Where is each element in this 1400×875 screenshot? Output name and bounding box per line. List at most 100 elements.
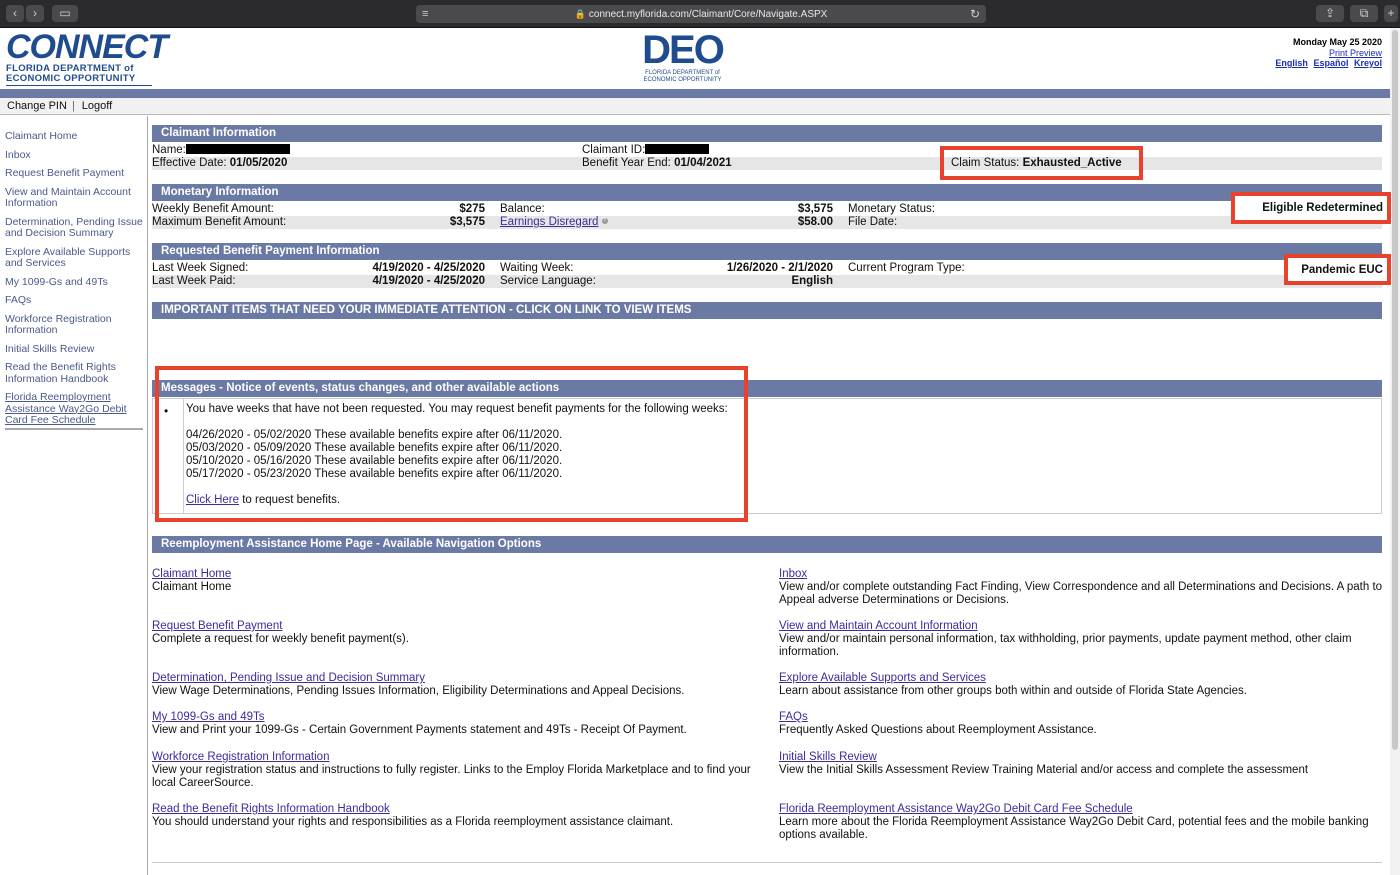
nav-workforce-registration-desc: View your registration status and instru… <box>152 764 751 789</box>
logoff-link[interactable]: Logoff <box>75 100 117 112</box>
program-type-value: Pandemic EUC <box>1301 264 1383 276</box>
sidebar: Claimant Home Inbox Request Benefit Paym… <box>0 116 148 875</box>
balance-amount: $3,575 <box>797 203 833 215</box>
sidebar-item-1099-49ts[interactable]: My 1099-Gs and 49Ts <box>5 276 143 289</box>
max-benefit-value: $3,575 <box>450 216 485 229</box>
last-week-paid-dates: 4/19/2020 - 4/25/2020 <box>372 275 485 287</box>
earnings-disregard-value: $58.00 <box>798 216 833 229</box>
sidebar-item-benefit-rights-handbook[interactable]: Read the Benefit Rights Information Hand… <box>5 361 143 385</box>
nav-explore-supports-link[interactable]: Explore Available Supports and Services <box>779 672 1383 685</box>
max-benefit-amount: $3,575 <box>449 216 485 228</box>
nav-initial-skills-review-link[interactable]: Initial Skills Review <box>779 751 1383 764</box>
url-text: connect.myflorida.com/Claimant/Core/Navi… <box>588 9 828 20</box>
effective-date-label: Effective Date: <box>152 157 227 169</box>
service-language-text: English <box>791 275 833 287</box>
nav-request-benefit-payment-link[interactable]: Request Benefit Payment <box>152 620 762 633</box>
nav-way2go-fee-schedule-desc: Learn more about the Florida Reemploymen… <box>779 816 1369 841</box>
reader-icon[interactable]: ≡ <box>422 5 428 23</box>
reload-icon[interactable]: ↻ <box>970 5 980 23</box>
lang-english-link[interactable]: English <box>1275 58 1308 68</box>
back-button[interactable]: ‹ <box>6 5 24 22</box>
name-field: Name: <box>152 144 290 157</box>
waiting-week-label: Waiting Week: <box>500 262 574 274</box>
help-icon[interactable]: ? <box>601 218 608 224</box>
nav-workforce-registration-link[interactable]: Workforce Registration Information <box>152 751 752 764</box>
lang-kreyol-link[interactable]: Kreyol <box>1354 58 1382 68</box>
nav-determination-summary-link[interactable]: Determination, Pending Issue and Decisio… <box>152 672 762 685</box>
claimant-id-label: Claimant ID: <box>582 144 646 156</box>
new-tab-icon[interactable]: + <box>1384 5 1398 22</box>
balance-label: Balance: <box>500 203 545 215</box>
benefit-year-end-value: 01/04/2021 <box>674 157 732 169</box>
weekly-benefit-label: Weekly Benefit Amount: <box>152 203 274 215</box>
monetary-info-row-1: Weekly Benefit Amount: $275 Balance: $3,… <box>152 203 1382 216</box>
nav-inbox-desc: View and/or complete outstanding Fact Fi… <box>779 581 1383 606</box>
waiting-week-dates: 1/26/2020 - 2/1/2020 <box>726 262 833 274</box>
program-type-highlight: Pandemic EUC <box>1284 254 1391 285</box>
effective-date-field: Effective Date: 01/05/2020 <box>152 157 287 170</box>
lang-espanol-link[interactable]: Español <box>1313 58 1348 68</box>
nav-view-maintain-account-link[interactable]: View and Maintain Account Information <box>779 620 1383 633</box>
sidebar-toggle-icon[interactable]: ▭ <box>52 5 78 22</box>
top-menu: Change PIN | Logoff <box>0 98 1390 115</box>
last-week-paid-value: 4/19/2020 - 4/25/2020 <box>372 275 485 288</box>
nav-claimant-home-desc: Claimant Home <box>152 581 232 593</box>
sidebar-item-determination-summary[interactable]: Determination, Pending Issue and Decisio… <box>5 216 143 240</box>
nav-determination-summary: Determination, Pending Issue and Decisio… <box>152 672 762 698</box>
nav-initial-skills-review-desc: View the Initial Skills Assessment Revie… <box>779 764 1309 776</box>
nav-faqs: FAQs Frequently Asked Questions about Re… <box>779 711 1383 737</box>
last-week-paid-label: Last Week Paid: <box>152 275 236 287</box>
nav-claimant-home: Claimant Home Claimant Home <box>152 568 762 594</box>
nav-request-benefit-payment: Request Benefit Payment Complete a reque… <box>152 620 762 646</box>
connect-logo[interactable]: CONNECT FLORIDA DEPARTMENT of ECONOMIC O… <box>6 28 168 86</box>
header-right: Monday May 25 2020 Print Preview English… <box>1272 37 1382 69</box>
connect-logo-sub2: ECONOMIC OPPORTUNITY <box>6 73 136 84</box>
sidebar-item-claimant-home[interactable]: Claimant Home <box>5 130 143 143</box>
print-preview-link[interactable]: Print Preview <box>1329 48 1382 58</box>
sidebar-item-inbox[interactable]: Inbox <box>5 149 143 162</box>
nav-inbox-link[interactable]: Inbox <box>779 568 1383 581</box>
nav-way2go-fee-schedule-link[interactable]: Florida Reemployment Assistance Way2Go D… <box>779 803 1383 816</box>
deo-logo-text: DEO <box>642 28 725 72</box>
nav-1099-49ts-link[interactable]: My 1099-Gs and 49Ts <box>152 711 762 724</box>
payment-info-row-1: Last Week Signed: 4/19/2020 - 4/25/2020 … <box>152 262 1382 275</box>
program-type-label: Current Program Type: <box>848 262 965 274</box>
sidebar-item-initial-skills-review[interactable]: Initial Skills Review <box>5 343 143 356</box>
earnings-disregard-amount: $58.00 <box>797 216 833 228</box>
sidebar-item-faqs[interactable]: FAQs <box>5 294 143 307</box>
nav-determination-summary-desc: View Wage Determinations, Pending Issues… <box>152 685 685 697</box>
claimant-id-redaction <box>645 144 710 154</box>
scrollbar-thumb[interactable] <box>1392 30 1398 750</box>
forward-button[interactable]: › <box>26 5 44 22</box>
tabs-icon[interactable]: ⧉ <box>1350 5 1378 22</box>
nav-1099-49ts: My 1099-Gs and 49Ts View and Print your … <box>152 711 762 737</box>
payment-info-header: Requested Benefit Payment Information <box>152 243 1382 260</box>
nav-explore-supports-desc: Learn about assistance from other groups… <box>779 685 1247 697</box>
sidebar-item-workforce-registration[interactable]: Workforce Registration Information <box>5 313 143 337</box>
address-bar[interactable]: ≡ 🔒 connect.myflorida.com/Claimant/Core/N… <box>416 5 986 23</box>
sidebar-item-view-maintain-account[interactable]: View and Maintain Account Information <box>5 186 143 210</box>
nav-benefit-rights-handbook: Read the Benefit Rights Information Hand… <box>152 803 762 829</box>
claimant-id-field: Claimant ID: <box>582 144 710 157</box>
nav-1099-49ts-desc: View and Print your 1099-Gs - Certain Go… <box>152 724 687 736</box>
earnings-disregard-link[interactable]: Earnings Disregard <box>500 216 598 228</box>
last-week-signed-value: 4/19/2020 - 4/25/2020 <box>372 262 485 275</box>
nav-claimant-home-link[interactable]: Claimant Home <box>152 568 762 581</box>
share-icon[interactable]: ⇪ <box>1316 5 1344 22</box>
monetary-status-value: Eligible Redetermined <box>1262 202 1383 214</box>
benefit-year-end-label: Benefit Year End: <box>582 157 671 169</box>
nav-faqs-link[interactable]: FAQs <box>779 711 1383 724</box>
nav-initial-skills-review: Initial Skills Review View the Initial S… <box>779 751 1383 777</box>
connect-logo-text: CONNECT <box>6 28 168 66</box>
sidebar-item-way2go-fee-schedule[interactable]: Florida Reemployment Assistance Way2Go D… <box>5 391 143 430</box>
service-language-value: English <box>791 275 833 288</box>
change-pin-link[interactable]: Change PIN <box>0 100 72 112</box>
name-label: Name: <box>152 144 186 156</box>
nav-benefit-rights-handbook-link[interactable]: Read the Benefit Rights Information Hand… <box>152 803 762 816</box>
monetary-status-label: Monetary Status: <box>848 203 935 215</box>
page-scrollbar[interactable] <box>1390 28 1400 875</box>
sidebar-item-request-benefit-payment[interactable]: Request Benefit Payment <box>5 167 143 180</box>
sidebar-item-explore-supports[interactable]: Explore Available Supports and Services <box>5 246 143 270</box>
nav-benefit-rights-handbook-desc: You should understand your rights and re… <box>152 816 674 828</box>
waiting-week-value: 1/26/2020 - 2/1/2020 <box>727 262 833 275</box>
